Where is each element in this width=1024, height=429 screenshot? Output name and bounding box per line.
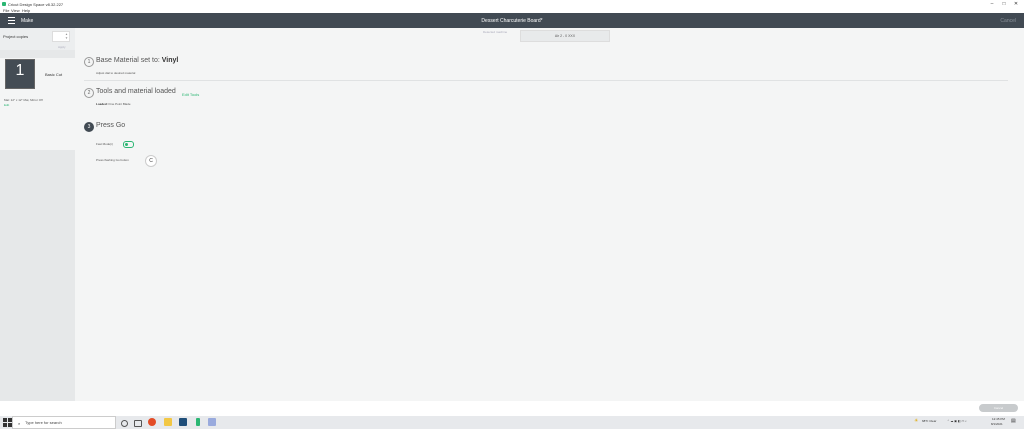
mat-sidebar: Project copies ▲ ▼ Apply 1 Basic Cut Mat… [0,28,75,416]
store-icon[interactable] [179,418,187,426]
window-titlebar: Cricut Design Space v8.32.227 – □ ✕ [0,0,1024,8]
notifications-icon[interactable]: ▤ [1011,418,1016,424]
close-button[interactable]: ✕ [1010,0,1022,8]
weather-icon: ☀ [914,418,919,424]
step-1-title-prefix: Base Material set to: [96,57,160,64]
go-button-icon: C [145,155,157,167]
loaded-value: Fine Point Blade [108,102,131,106]
step-3-number: 3 [84,122,94,132]
make-main-panel [75,28,1024,401]
window-title: Cricut Design Space v8.32.227 [8,2,64,7]
mat-label: Basic Cut [45,72,63,77]
fast-mode-toggle[interactable] [123,141,134,148]
stepper-down-icon[interactable]: ▼ [65,36,68,40]
header-cancel-link[interactable]: Cancel [1000,18,1016,24]
step-1-number: 1 [84,57,94,67]
footer-bar [0,401,1024,416]
clock-time[interactable]: 12:45 PM [992,417,1005,421]
step-1-material: Vinyl [161,57,179,64]
fast-mode-label: Fast Mode(i) [96,142,113,146]
step-divider [84,80,1008,81]
maximize-button[interactable]: □ [998,0,1010,8]
device-label: Detected machine [483,30,508,34]
step-1-title: Base Material set to: Vinyl [96,57,178,64]
loaded-tools: Loaded: Fine Point Blade [96,102,131,106]
mat-edit-link[interactable]: Edit [4,103,9,107]
system-tray-icons[interactable]: ⌃ ☁ ▣ ◧ ▭ ♪ [947,419,967,423]
search-placeholder: Type here for search [25,420,62,425]
photos-icon[interactable] [208,418,216,426]
search-icon: ⌕ [18,421,21,426]
project-title: Dessert Charcuterie Board* [481,18,543,24]
apply-button[interactable]: Apply [58,45,66,49]
app-header: Make Dessert Charcuterie Board* Cancel [0,13,1024,28]
app-icon [2,2,6,6]
mat-thumbnail[interactable]: 1 [5,59,35,89]
file-explorer-icon[interactable] [164,418,172,426]
mat-number: 1 [15,62,25,79]
taskbar-search[interactable]: ⌕ Type here for search [12,416,116,429]
mat-size: Mat: 12" x 12" Mat, Mirror Off [4,98,43,102]
project-copies-row: Project copies ▲ ▼ Apply [0,28,75,50]
footer-cancel-button[interactable]: Cancel [979,404,1018,412]
weather-text: 68°F Clear [922,419,937,423]
project-copies-label: Project copies [3,34,29,39]
minimize-button[interactable]: – [986,0,998,8]
loaded-label: Loaded: [96,102,108,106]
step-1-subtitle: Adjust dial to desired material [96,71,136,75]
step-2-title: Tools and material loaded [96,88,176,95]
device-select[interactable]: Air 2 - 0 XXX [520,30,610,42]
cortana-icon[interactable] [121,420,128,427]
press-go-label: Press flashing Go button [96,158,129,162]
task-view-icon[interactable] [134,420,142,427]
cricut-app-icon[interactable] [196,418,200,426]
edit-tools-link[interactable]: Edit Tools [182,92,199,97]
step-3-title: Press Go [96,122,126,129]
chrome-icon[interactable] [148,418,156,426]
clock-date[interactable]: 8/1/2021 [991,422,1003,426]
windows-start-icon[interactable] [3,418,12,427]
project-copies-stepper[interactable]: ▲ ▼ [52,31,70,42]
step-2-number: 2 [84,88,94,98]
